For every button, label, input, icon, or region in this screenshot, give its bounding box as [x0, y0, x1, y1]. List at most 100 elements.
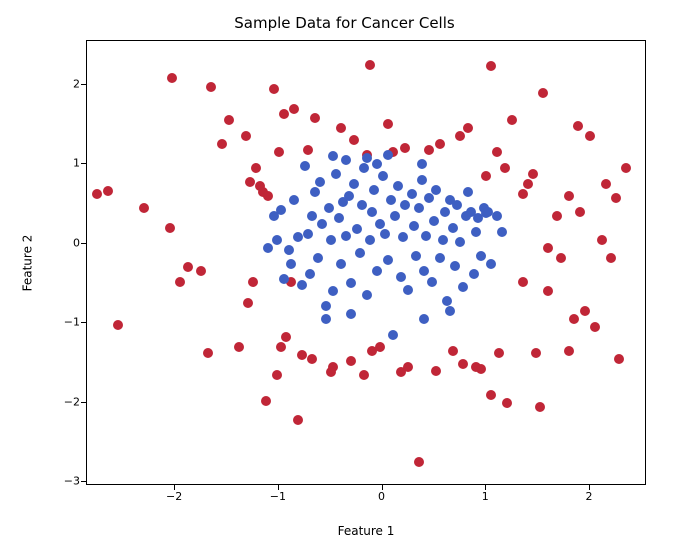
data-point — [167, 73, 177, 83]
data-point — [414, 203, 424, 213]
data-point — [564, 346, 574, 356]
data-point — [601, 179, 611, 189]
data-point — [585, 131, 595, 141]
data-point — [621, 163, 631, 173]
chart-title: Sample Data for Cancer Cells — [0, 14, 689, 32]
data-point — [375, 219, 385, 229]
data-point — [606, 253, 616, 263]
x-tick-label: −1 — [270, 490, 286, 503]
data-point — [427, 277, 437, 287]
data-point — [458, 359, 468, 369]
y-tick-label: 0 — [50, 236, 80, 249]
data-point — [261, 396, 271, 406]
data-point — [431, 185, 441, 195]
data-point — [393, 181, 403, 191]
data-point — [411, 251, 421, 261]
data-point — [297, 350, 307, 360]
data-point — [274, 147, 284, 157]
data-point — [341, 155, 351, 165]
data-point — [455, 237, 465, 247]
data-point — [196, 266, 206, 276]
data-point — [518, 189, 528, 199]
data-point — [328, 362, 338, 372]
data-point — [341, 231, 351, 241]
data-point — [355, 248, 365, 258]
data-point — [452, 200, 462, 210]
data-point — [538, 88, 548, 98]
data-point — [543, 243, 553, 253]
data-point — [407, 189, 417, 199]
data-point — [378, 171, 388, 181]
data-point — [492, 211, 502, 221]
data-point — [334, 213, 344, 223]
y-tick-label: 2 — [50, 77, 80, 90]
data-point — [580, 306, 590, 316]
y-axis-label: Feature 2 — [18, 40, 36, 485]
data-point — [419, 266, 429, 276]
x-axis-label: Feature 1 — [86, 524, 646, 538]
data-point — [494, 348, 504, 358]
data-point — [297, 280, 307, 290]
data-point — [429, 216, 439, 226]
data-point — [281, 332, 291, 342]
data-point — [317, 219, 327, 229]
data-point — [573, 121, 583, 131]
data-point — [486, 61, 496, 71]
data-point — [424, 145, 434, 155]
data-point — [346, 278, 356, 288]
data-point — [272, 235, 282, 245]
y-tick-mark — [81, 322, 86, 323]
data-point — [359, 163, 369, 173]
data-point — [203, 348, 213, 358]
data-point — [217, 139, 227, 149]
data-point — [263, 191, 273, 201]
data-point — [165, 223, 175, 233]
data-point — [463, 123, 473, 133]
data-point — [310, 113, 320, 123]
data-point — [243, 298, 253, 308]
data-point — [409, 221, 419, 231]
plot-area — [87, 41, 645, 484]
data-point — [321, 314, 331, 324]
data-point — [575, 207, 585, 217]
data-point — [403, 285, 413, 295]
data-point — [224, 115, 234, 125]
data-point — [417, 175, 427, 185]
scatter-figure: Sample Data for Cancer Cells Feature 2 F… — [0, 0, 689, 547]
data-point — [448, 346, 458, 356]
data-point — [183, 262, 193, 272]
data-point — [403, 362, 413, 372]
data-point — [442, 296, 452, 306]
data-point — [481, 171, 491, 181]
data-point — [336, 259, 346, 269]
data-point — [419, 314, 429, 324]
data-point — [417, 159, 427, 169]
data-point — [369, 185, 379, 195]
data-point — [241, 131, 251, 141]
data-point — [435, 139, 445, 149]
data-point — [569, 314, 579, 324]
data-point — [386, 195, 396, 205]
data-point — [293, 415, 303, 425]
data-point — [383, 119, 393, 129]
data-point — [380, 229, 390, 239]
y-tick-label: 1 — [50, 157, 80, 170]
data-point — [435, 253, 445, 263]
data-point — [276, 205, 286, 215]
data-point — [362, 153, 372, 163]
y-tick-mark — [81, 243, 86, 244]
data-point — [528, 169, 538, 179]
data-point — [367, 207, 377, 217]
data-point — [175, 277, 185, 287]
data-point — [431, 366, 441, 376]
data-point — [400, 200, 410, 210]
data-point — [206, 82, 216, 92]
data-point — [362, 290, 372, 300]
data-point — [289, 195, 299, 205]
data-point — [597, 235, 607, 245]
data-point — [326, 235, 336, 245]
data-point — [248, 277, 258, 287]
data-point — [400, 143, 410, 153]
data-point — [450, 261, 460, 271]
data-point — [383, 150, 393, 160]
